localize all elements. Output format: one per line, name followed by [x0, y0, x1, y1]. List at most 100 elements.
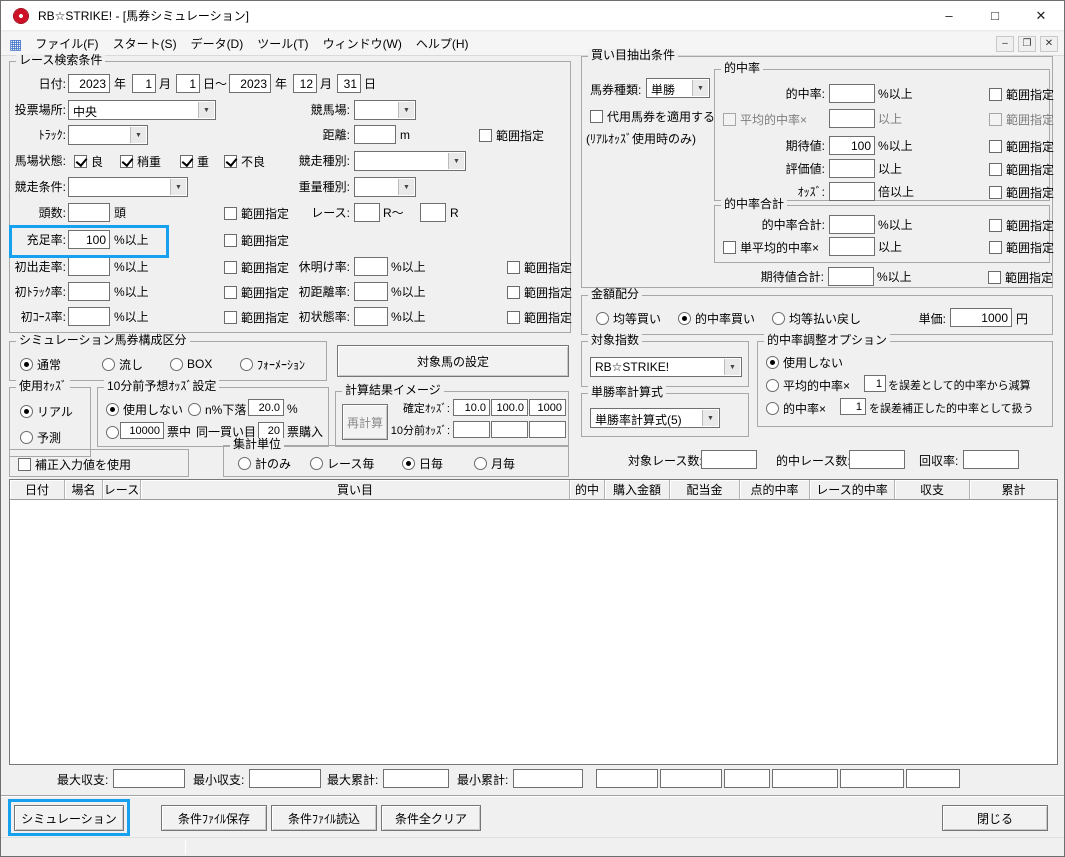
eval-range-checkbox[interactable]: 範囲指定	[989, 160, 1054, 178]
distance-input[interactable]	[354, 125, 396, 144]
composition-box-radio[interactable]: BOX	[170, 355, 212, 373]
first-track-input[interactable]	[68, 282, 110, 301]
column-header-bet[interactable]: 買い目	[141, 480, 570, 499]
close-window-button[interactable]: 閉じる	[942, 805, 1048, 831]
amount-equal-radio[interactable]: 均等買い	[596, 309, 661, 327]
odds-input[interactable]	[829, 182, 875, 201]
to-day-input[interactable]	[337, 74, 361, 93]
column-header-race-hit-rate[interactable]: レース的中率	[810, 480, 895, 499]
odds-range-checkbox[interactable]: 範囲指定	[989, 183, 1054, 201]
expect-input[interactable]	[829, 136, 875, 155]
mdi-close-button[interactable]: ✕	[1040, 35, 1058, 52]
pre-odds-drop-radio[interactable]: n%下落	[188, 400, 246, 418]
min-balance-input[interactable]	[249, 769, 321, 788]
pre-odds-drop-input[interactable]	[248, 399, 284, 416]
hit-total-range-checkbox[interactable]: 範囲指定	[989, 216, 1054, 234]
column-header-balance[interactable]: 収支	[895, 480, 970, 499]
agg-race-radio[interactable]: レース毎	[310, 454, 374, 472]
hit-rate-input[interactable]	[829, 84, 875, 103]
track-combo[interactable]: ▼	[68, 125, 148, 145]
first-run-range-checkbox[interactable]: 範囲指定	[224, 258, 289, 276]
target-races-input[interactable]	[701, 450, 757, 469]
course-combo[interactable]: ▼	[354, 100, 416, 120]
pre-odds-input-1[interactable]	[453, 421, 490, 438]
menu-tools[interactable]: ツール(T)	[250, 31, 315, 56]
hit-total-input[interactable]	[829, 215, 875, 234]
column-header-purchase[interactable]: 購入金額	[605, 480, 670, 499]
eval-input[interactable]	[829, 159, 875, 178]
first-run-input[interactable]	[68, 257, 110, 276]
odds-real-radio[interactable]: リアル	[20, 402, 73, 420]
state-slightly-heavy-checkbox[interactable]: 稍重	[120, 152, 161, 170]
stats-payout-total-input[interactable]	[660, 769, 722, 788]
column-header-payout[interactable]: 配当金	[670, 480, 740, 499]
max-balance-input[interactable]	[113, 769, 185, 788]
adjust-none-radio[interactable]: 使用しない	[766, 353, 843, 371]
mdi-minimize-button[interactable]: –	[996, 35, 1014, 52]
rest-rate-range-checkbox[interactable]: 範囲指定	[507, 258, 572, 276]
amount-hitrate-radio[interactable]: 的中率買い	[678, 309, 755, 327]
heads-input[interactable]	[68, 203, 110, 222]
agg-daily-radio[interactable]: 日毎	[402, 454, 443, 472]
results-table-body[interactable]	[10, 500, 1057, 764]
single-avg-hit-range-checkbox[interactable]: 範囲指定	[989, 238, 1054, 256]
odds-predict-radio[interactable]: 予測	[20, 428, 61, 446]
first-dist-input[interactable]	[354, 282, 388, 301]
state-bad-checkbox[interactable]: 不良	[224, 152, 265, 170]
menu-help[interactable]: ヘルプ(H)	[409, 31, 476, 56]
maximize-button[interactable]: □	[972, 1, 1018, 30]
column-header-race[interactable]: レース	[103, 480, 141, 499]
adjust-avg-input[interactable]	[864, 375, 886, 392]
close-button[interactable]: ✕	[1018, 1, 1064, 30]
fixed-odds-input-3[interactable]	[529, 399, 566, 416]
stats-total-input[interactable]	[906, 769, 960, 788]
min-total-input[interactable]	[513, 769, 583, 788]
race-cond-combo[interactable]: ▼	[68, 177, 188, 197]
menu-window[interactable]: ウィンドウ(W)	[316, 31, 409, 56]
to-month-input[interactable]	[293, 74, 317, 93]
single-avg-hit-checkbox[interactable]: 単平均的中率×	[723, 238, 819, 256]
column-header-place[interactable]: 場名	[65, 480, 103, 499]
raceno-from-input[interactable]	[354, 203, 380, 222]
column-header-date[interactable]: 日付	[10, 480, 65, 499]
clear-condition-button[interactable]: 条件全クリア	[381, 805, 481, 831]
save-condition-button[interactable]: 条件ﾌｧｲﾙ保存	[161, 805, 267, 831]
substitute-ticket-checkbox[interactable]: 代用馬券を適用する	[590, 107, 715, 125]
agg-total-radio[interactable]: 計のみ	[238, 454, 291, 472]
composition-formation-radio[interactable]: ﾌｫｰﾒｰｼｮﾝ	[240, 355, 305, 373]
adjust-rate-input[interactable]	[840, 398, 866, 415]
adjust-avg-radio[interactable]: 平均的中率×	[766, 376, 850, 394]
stats-race-hit-rate-input[interactable]	[772, 769, 838, 788]
race-kind-combo[interactable]: ▼	[354, 151, 466, 171]
place-combo[interactable]: 中央 ▼	[68, 100, 216, 120]
first-track-range-checkbox[interactable]: 範囲指定	[224, 283, 289, 301]
unit-price-input[interactable]	[950, 308, 1012, 327]
adjust-rate-radio[interactable]: 的中率×	[766, 399, 826, 417]
raceno-to-input[interactable]	[420, 203, 446, 222]
mdi-restore-button[interactable]: ❐	[1018, 35, 1036, 52]
from-year-input[interactable]	[68, 74, 110, 93]
hit-races-input[interactable]	[849, 450, 905, 469]
pre-odds-input-3[interactable]	[529, 421, 566, 438]
target-index-combo[interactable]: RB☆STRIKE! ▼	[590, 357, 742, 377]
recalc-button[interactable]: 再計算	[342, 404, 388, 440]
state-good-checkbox[interactable]: 良	[74, 152, 103, 170]
from-month-input[interactable]	[132, 74, 156, 93]
pre-odds-votes-input[interactable]	[120, 422, 164, 439]
column-header-total[interactable]: 累計	[970, 480, 1057, 499]
stats-purchase-total-input[interactable]	[596, 769, 658, 788]
first-state-input[interactable]	[354, 307, 388, 326]
expect-total-range-checkbox[interactable]: 範囲指定	[988, 268, 1053, 286]
pre-odds-none-radio[interactable]: 使用しない	[106, 400, 183, 418]
fill-rate-input[interactable]	[68, 230, 110, 249]
ticket-type-combo[interactable]: 単勝 ▼	[646, 78, 710, 98]
first-state-range-checkbox[interactable]: 範囲指定	[507, 308, 572, 326]
composition-normal-radio[interactable]: 通常	[20, 355, 61, 373]
minimize-button[interactable]: –	[926, 1, 972, 30]
to-year-input[interactable]	[229, 74, 271, 93]
target-horse-button[interactable]: 対象馬の設定	[337, 345, 569, 377]
load-condition-button[interactable]: 条件ﾌｧｲﾙ読込	[271, 805, 377, 831]
pre-odds-input-2[interactable]	[491, 421, 528, 438]
agg-monthly-radio[interactable]: 月毎	[474, 454, 515, 472]
menu-data[interactable]: データ(D)	[184, 31, 251, 56]
